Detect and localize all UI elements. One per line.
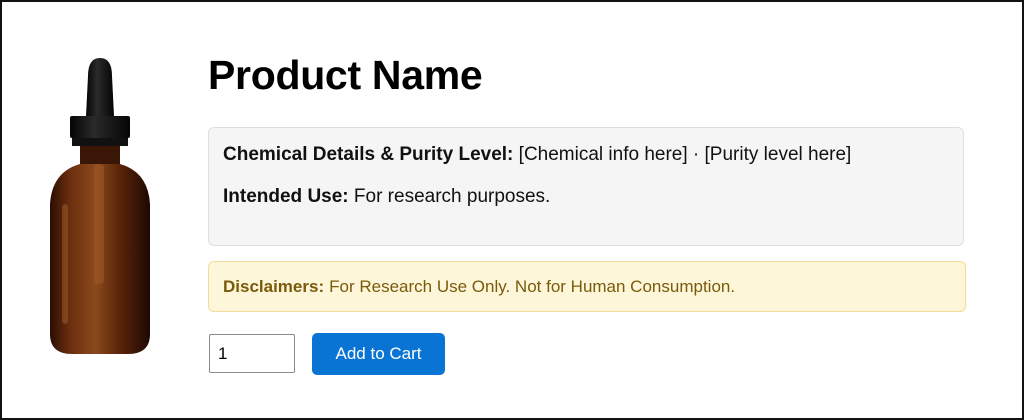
- chemical-details-value: [Chemical info here] · [Purity level her…: [518, 144, 852, 165]
- product-card: Product Name Chemical Details & Purity L…: [0, 0, 1024, 420]
- intended-use-value: For research purposes.: [353, 186, 551, 207]
- intended-use-row: Intended Use: For research purposes.: [223, 185, 949, 209]
- product-title: Product Name: [208, 52, 483, 98]
- product-details-panel: Chemical Details & Purity Level: [Chemic…: [208, 127, 964, 246]
- chemical-details-label: Chemical Details & Purity Level:: [223, 144, 514, 165]
- add-to-cart-button[interactable]: Add to Cart: [312, 333, 445, 375]
- disclaimer-text: For Research Use Only. Not for Human Con…: [329, 276, 736, 296]
- disclaimer-banner: Disclaimers: For Research Use Only. Not …: [208, 261, 966, 312]
- product-image: [50, 58, 150, 354]
- intended-use-label: Intended Use:: [223, 186, 349, 207]
- disclaimer-label: Disclaimers:: [223, 276, 325, 296]
- chemical-details-row: Chemical Details & Purity Level: [Chemic…: [223, 143, 949, 167]
- quantity-input[interactable]: [209, 334, 295, 373]
